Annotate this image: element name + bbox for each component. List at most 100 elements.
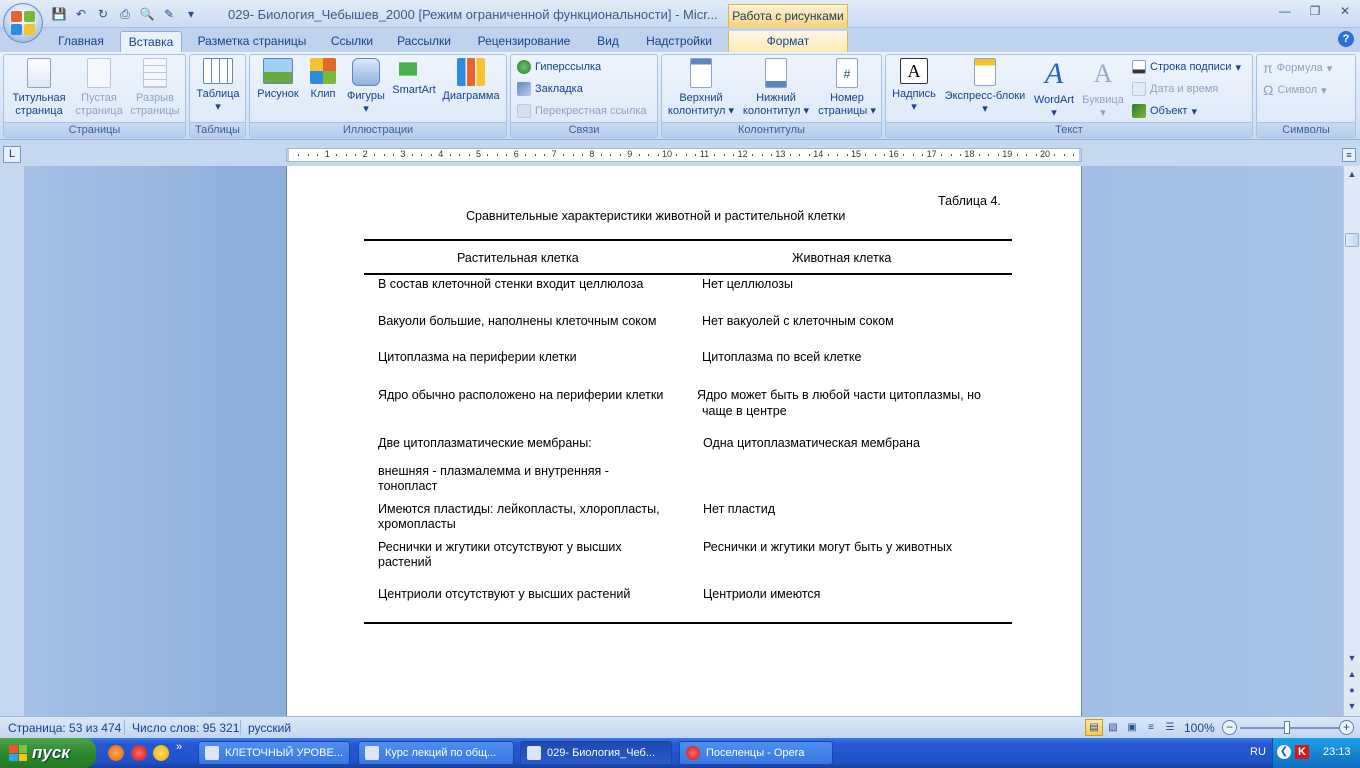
web-layout-icon[interactable]: ▣ bbox=[1123, 719, 1141, 736]
start-button[interactable]: пуск bbox=[0, 738, 96, 768]
taskbar-item-active[interactable]: 029- Биология_Чеб... bbox=[520, 741, 672, 765]
edit-icon[interactable]: ✎ bbox=[160, 5, 178, 23]
table-button[interactable]: Таблица ▾ bbox=[192, 58, 244, 114]
print-preview-icon[interactable]: 🔍 bbox=[138, 5, 156, 23]
opera-icon[interactable] bbox=[131, 745, 147, 761]
clock[interactable]: 23:13 bbox=[1323, 746, 1351, 758]
undo-icon[interactable]: ↶ bbox=[72, 5, 90, 23]
clip-button[interactable]: Клип bbox=[306, 58, 340, 101]
dropcap-button[interactable]: A Буквица ▾ bbox=[1080, 58, 1126, 120]
zoom-slider[interactable] bbox=[1240, 727, 1340, 729]
view-ruler-toggle[interactable]: ≡ bbox=[1342, 148, 1356, 162]
textbox-label: Надпись bbox=[892, 88, 936, 100]
group-label-text: Текст bbox=[886, 122, 1252, 137]
taskbar-item[interactable]: КЛЕТОЧНЫЙ УРОВЕ... bbox=[198, 741, 350, 765]
customize-qat-icon[interactable]: ▾ bbox=[182, 5, 200, 23]
ruler-number: 13 bbox=[775, 149, 786, 159]
tab-format[interactable]: Формат bbox=[728, 31, 848, 52]
next-page-icon[interactable]: ▼ bbox=[1344, 698, 1360, 714]
scroll-thumb[interactable] bbox=[1345, 233, 1359, 247]
smartart-button[interactable]: SmartArt bbox=[390, 58, 438, 97]
print-icon[interactable]: ⎙ bbox=[116, 5, 134, 23]
document-page[interactable]: Таблица 4. Сравнительные характеристики … bbox=[286, 166, 1082, 716]
taskbar-item[interactable]: Поселенцы - Opera bbox=[679, 741, 833, 765]
date-time-button[interactable]: Дата и время bbox=[1132, 82, 1218, 96]
group-links: Гиперссылка Закладка Перекрестная ссылка… bbox=[510, 54, 658, 138]
signature-line-button[interactable]: Строка подписи ▾ bbox=[1132, 60, 1241, 74]
vertical-scrollbar[interactable]: ▲ ▼ ▲ ● ▼ bbox=[1343, 166, 1360, 716]
chart-button[interactable]: Диаграмма bbox=[438, 58, 504, 103]
tab-mailings[interactable]: Рассылки bbox=[390, 31, 458, 52]
footer-button[interactable]: Нижний колонтитул ▾ bbox=[740, 58, 812, 118]
zoom-level[interactable]: 100% bbox=[1184, 721, 1215, 735]
office-button[interactable] bbox=[3, 3, 43, 43]
crossref-button[interactable]: Перекрестная ссылка bbox=[517, 104, 647, 118]
ruler-tick bbox=[600, 154, 602, 156]
antivirus-icon[interactable]: K bbox=[1295, 745, 1309, 759]
zoom-slider-thumb[interactable] bbox=[1284, 721, 1290, 734]
dropcap-dropdown-icon: ▾ bbox=[1100, 107, 1106, 119]
redo-icon[interactable]: ↻ bbox=[94, 5, 112, 23]
textbox-button[interactable]: A Надпись ▾ bbox=[890, 58, 938, 114]
ruler-tick bbox=[544, 154, 546, 156]
zoom-out-icon[interactable]: − bbox=[1222, 720, 1237, 735]
help-icon[interactable]: ? bbox=[1338, 31, 1354, 47]
clipart-icon bbox=[310, 58, 336, 84]
quickparts-button[interactable]: Экспресс-блоки ▾ bbox=[942, 58, 1028, 116]
taskbar-item[interactable]: Курс лекций по общ... bbox=[358, 741, 514, 765]
page-count[interactable]: Страница: 53 из 474 bbox=[8, 721, 121, 735]
ruler-tick bbox=[619, 154, 621, 156]
language-indicator[interactable]: русский bbox=[248, 721, 291, 735]
symbol-dropdown-icon: ▾ bbox=[1321, 84, 1327, 97]
object-button[interactable]: Объект ▾ bbox=[1132, 104, 1197, 118]
header-button[interactable]: Верхний колонтитул ▾ bbox=[666, 58, 736, 118]
print-layout-view-icon[interactable]: ▤ bbox=[1085, 719, 1103, 736]
scroll-up-icon[interactable]: ▲ bbox=[1344, 166, 1360, 182]
picture-button[interactable]: Рисунок bbox=[253, 58, 303, 101]
word-count[interactable]: Число слов: 95 321 bbox=[132, 721, 239, 735]
restore-icon[interactable]: ❐ bbox=[1306, 4, 1324, 20]
blank-page-button[interactable]: Пустая страница bbox=[70, 58, 128, 118]
cover-page-label-1: Титульная bbox=[12, 92, 66, 104]
tab-review[interactable]: Рецензирование bbox=[470, 31, 578, 52]
shapes-button[interactable]: Фигуры ▾ bbox=[343, 58, 389, 116]
object-icon bbox=[1132, 104, 1146, 118]
tab-insert[interactable]: Вставка bbox=[120, 31, 182, 52]
previous-page-icon[interactable]: ▲ bbox=[1344, 666, 1360, 682]
outline-view-icon[interactable]: ≡ bbox=[1142, 719, 1160, 736]
tab-page-layout[interactable]: Разметка страницы bbox=[192, 31, 312, 52]
quicklaunch-expand-icon[interactable]: » bbox=[176, 741, 192, 757]
minimize-icon[interactable]: — bbox=[1276, 4, 1294, 20]
full-screen-reading-icon[interactable]: ▧ bbox=[1104, 719, 1122, 736]
header-plant-cell: Растительная клетка bbox=[457, 251, 579, 265]
tray-arrow-icon[interactable]: ❮ bbox=[1277, 745, 1291, 759]
zoom-in-icon[interactable]: + bbox=[1339, 720, 1354, 735]
group-text: A Надпись ▾ Экспресс-блоки ▾ A WordArt ▾… bbox=[885, 54, 1253, 138]
tab-selector-button[interactable]: L bbox=[3, 146, 21, 163]
draft-view-icon[interactable]: ☰ bbox=[1161, 719, 1179, 736]
signature-dropdown-icon: ▾ bbox=[1235, 61, 1241, 74]
close-icon[interactable]: ✕ bbox=[1336, 4, 1354, 20]
scroll-down-icon[interactable]: ▼ bbox=[1344, 650, 1360, 666]
horizontal-ruler[interactable]: 1 2 3 4 5 6 7 8 9 10 11 12 13 14 15 16 17 18 19 20 bbox=[286, 148, 1082, 162]
equation-button[interactable]: π Формула ▾ bbox=[1263, 60, 1332, 76]
symbol-button[interactable]: Ω Символ ▾ bbox=[1263, 82, 1327, 98]
media-player-icon[interactable] bbox=[153, 745, 169, 761]
tab-addins[interactable]: Надстройки bbox=[638, 31, 720, 52]
wordart-button[interactable]: A WordArt ▾ bbox=[1030, 58, 1078, 120]
animal-cell-text: Ядро может быть в любой части цитоплазмы… bbox=[697, 388, 981, 402]
tab-view[interactable]: Вид bbox=[588, 31, 628, 52]
firefox-icon[interactable] bbox=[108, 745, 124, 761]
cover-page-button[interactable]: Титульная страница bbox=[8, 58, 70, 118]
keyboard-language[interactable]: RU bbox=[1250, 746, 1266, 758]
bookmark-button[interactable]: Закладка bbox=[517, 82, 583, 96]
tab-home[interactable]: Главная bbox=[52, 31, 110, 52]
select-browse-object-icon[interactable]: ● bbox=[1344, 682, 1360, 698]
save-icon[interactable]: 💾 bbox=[50, 5, 68, 23]
tab-references[interactable]: Ссылки bbox=[322, 31, 382, 52]
ruler-tick bbox=[950, 154, 952, 156]
page-number-button[interactable]: # Номер страницы ▾ bbox=[814, 58, 880, 118]
page-break-button[interactable]: Разрыв страницы bbox=[126, 58, 184, 118]
hyperlink-button[interactable]: Гиперссылка bbox=[517, 60, 601, 74]
dropcap-label: Буквица bbox=[1082, 94, 1124, 106]
